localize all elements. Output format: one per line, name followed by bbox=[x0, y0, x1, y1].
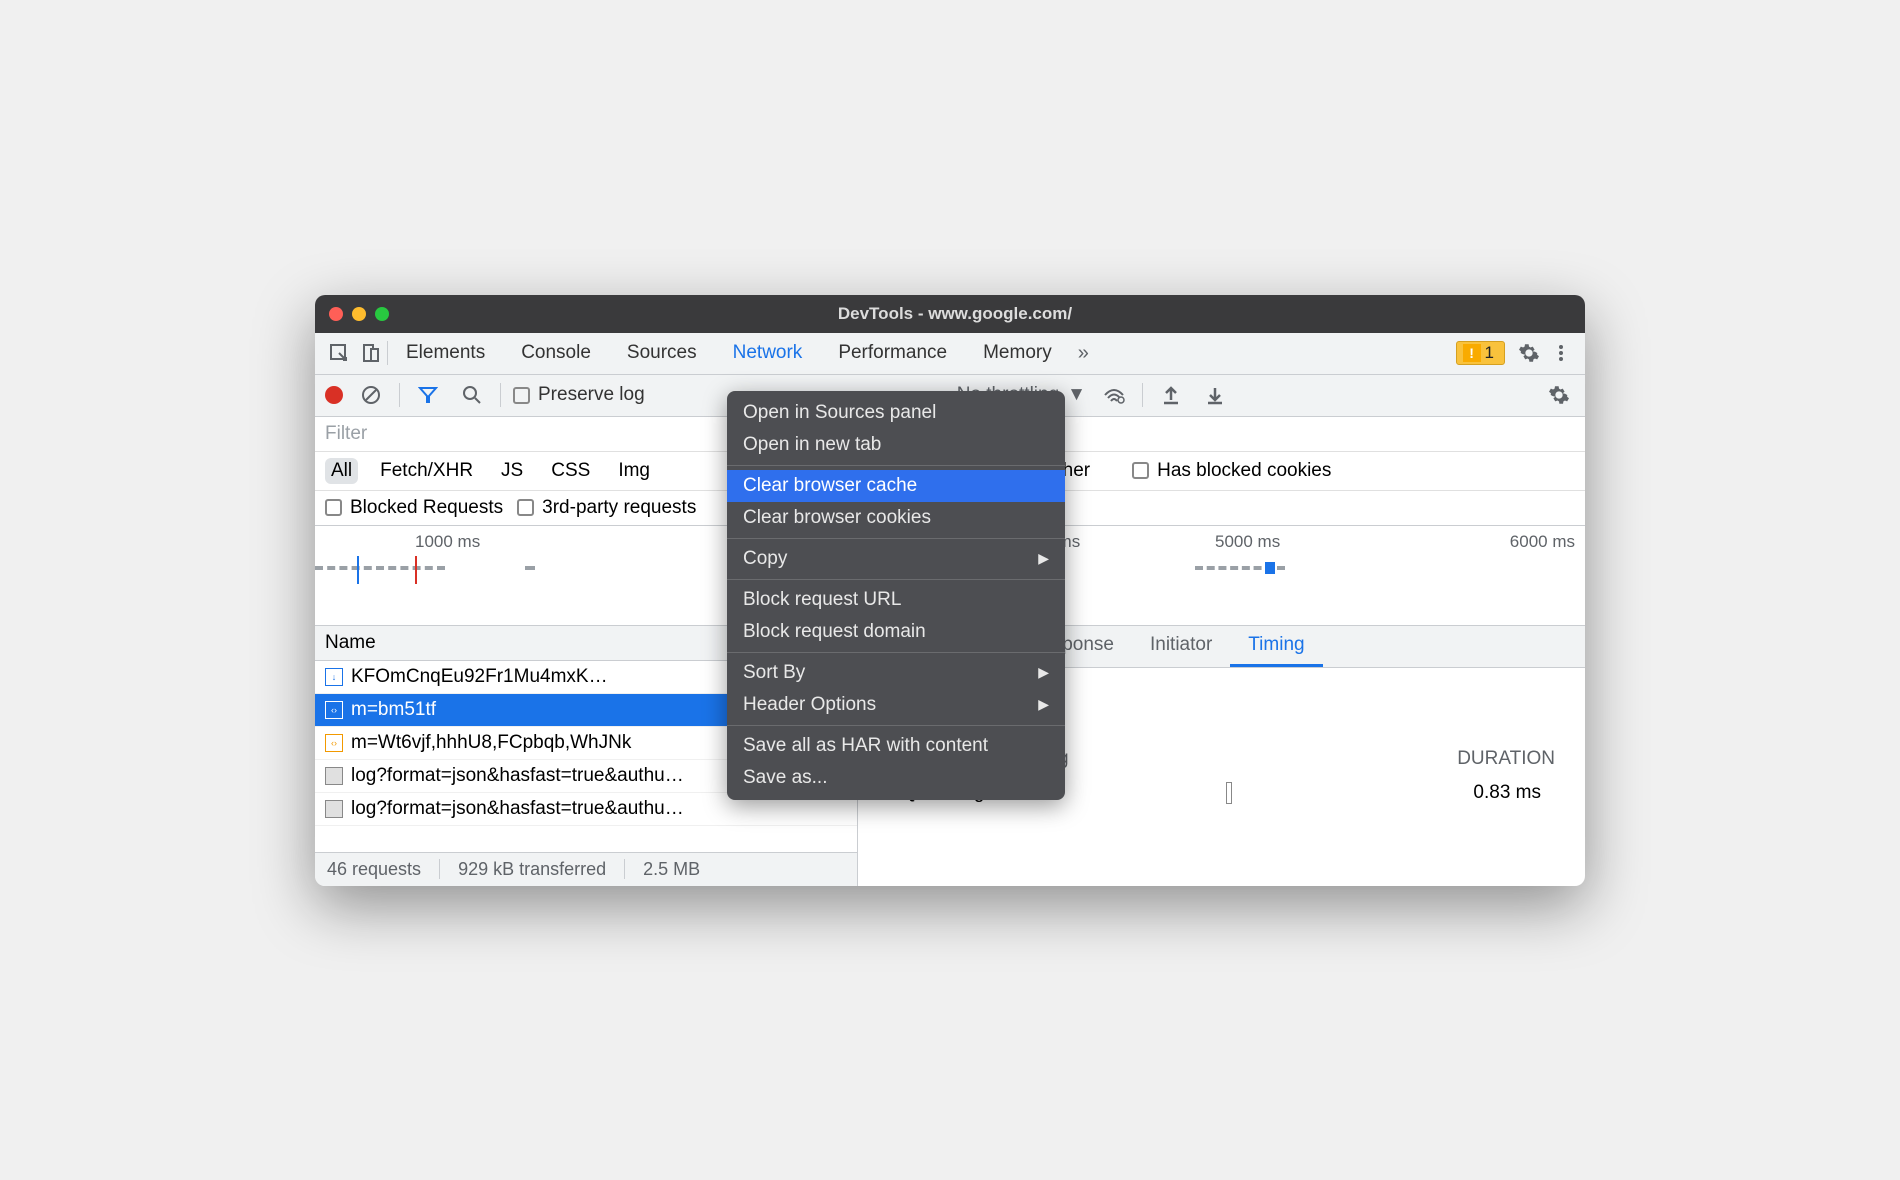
tab-sources[interactable]: Sources bbox=[609, 333, 715, 374]
ctx-block-url[interactable]: Block request URL bbox=[727, 584, 1065, 616]
device-toolbar-icon[interactable] bbox=[355, 337, 387, 369]
xhr-file-icon bbox=[325, 800, 343, 818]
timing-queue-time: 0.83 ms bbox=[1473, 782, 1541, 804]
request-name: m=bm51tf bbox=[351, 699, 436, 721]
tab-console[interactable]: Console bbox=[503, 333, 609, 374]
timeline-mark-1: 1000 ms bbox=[415, 532, 480, 552]
record-button[interactable] bbox=[325, 386, 343, 404]
context-menu: Open in Sources panel Open in new tab Cl… bbox=[727, 391, 1065, 800]
inspect-icon[interactable] bbox=[323, 337, 355, 369]
ctx-save-as[interactable]: Save as... bbox=[727, 762, 1065, 794]
timing-duration-label: DURATION bbox=[1457, 748, 1555, 770]
status-requests: 46 requests bbox=[327, 859, 421, 880]
ctx-block-domain[interactable]: Block request domain bbox=[727, 616, 1065, 648]
upload-icon[interactable] bbox=[1155, 379, 1187, 411]
ctx-header-options[interactable]: Header Options▶ bbox=[727, 689, 1065, 721]
blocked-requests-option[interactable]: Blocked Requests bbox=[325, 497, 503, 519]
preserve-log-checkbox[interactable] bbox=[513, 387, 530, 404]
network-settings-icon[interactable] bbox=[1543, 379, 1575, 411]
blocked-requests-label: Blocked Requests bbox=[350, 497, 503, 519]
ctx-open-sources[interactable]: Open in Sources panel bbox=[727, 397, 1065, 429]
status-bar: 46 requests 929 kB transferred 2.5 MB bbox=[315, 852, 857, 886]
script-file-icon: ‹› bbox=[325, 701, 343, 719]
window-title: DevTools - www.google.com/ bbox=[389, 304, 1521, 324]
search-icon[interactable] bbox=[456, 379, 488, 411]
ctx-copy[interactable]: Copy▶ bbox=[727, 543, 1065, 575]
warning-count: 1 bbox=[1485, 343, 1494, 363]
filter-fetch-xhr[interactable]: Fetch/XHR bbox=[374, 458, 479, 484]
ctx-open-new-tab[interactable]: Open in new tab bbox=[727, 429, 1065, 461]
chevron-right-icon: ▶ bbox=[1038, 696, 1049, 713]
network-conditions-icon[interactable] bbox=[1098, 379, 1130, 411]
timeline-mark-6: 6000 ms bbox=[1510, 532, 1575, 552]
request-name: KFOmCnqEu92Fr1Mu4mxK… bbox=[351, 666, 608, 688]
preserve-log-label: Preserve log bbox=[538, 384, 645, 406]
ctx-sort-by[interactable]: Sort By▶ bbox=[727, 657, 1065, 689]
filter-css[interactable]: CSS bbox=[545, 458, 596, 484]
close-window-button[interactable] bbox=[329, 307, 343, 321]
blocked-requests-checkbox[interactable] bbox=[325, 499, 342, 516]
subtab-timing[interactable]: Timing bbox=[1230, 626, 1322, 667]
warnings-badge[interactable]: ! 1 bbox=[1456, 341, 1505, 365]
kebab-menu-icon[interactable] bbox=[1545, 337, 1577, 369]
maximize-window-button[interactable] bbox=[375, 307, 389, 321]
main-tabs: Elements Console Sources Network Perform… bbox=[315, 333, 1585, 375]
tab-elements[interactable]: Elements bbox=[388, 333, 503, 374]
warning-icon: ! bbox=[1463, 344, 1481, 362]
download-icon[interactable] bbox=[1199, 379, 1231, 411]
queueing-bar bbox=[1226, 782, 1232, 804]
tab-performance[interactable]: Performance bbox=[820, 333, 965, 374]
thirdparty-label: 3rd-party requests bbox=[542, 497, 696, 519]
blocked-cookies-label: Has blocked cookies bbox=[1157, 460, 1331, 482]
tab-network[interactable]: Network bbox=[715, 333, 821, 374]
ctx-clear-cookies[interactable]: Clear browser cookies bbox=[727, 502, 1065, 534]
script-file-icon: ‹› bbox=[325, 734, 343, 752]
thirdparty-option[interactable]: 3rd-party requests bbox=[517, 497, 696, 519]
xhr-file-icon bbox=[325, 767, 343, 785]
chevron-right-icon: ▶ bbox=[1038, 550, 1049, 567]
thirdparty-checkbox[interactable] bbox=[517, 499, 534, 516]
has-blocked-cookies-option[interactable]: Has blocked cookies bbox=[1132, 460, 1331, 482]
subtab-initiator[interactable]: Initiator bbox=[1132, 626, 1230, 667]
clear-icon[interactable] bbox=[355, 379, 387, 411]
window-titlebar: DevTools - www.google.com/ bbox=[315, 295, 1585, 333]
status-transferred: 929 kB transferred bbox=[458, 859, 606, 880]
ctx-save-har[interactable]: Save all as HAR with content bbox=[727, 730, 1065, 762]
chevron-right-icon: ▶ bbox=[1038, 664, 1049, 681]
minimize-window-button[interactable] bbox=[352, 307, 366, 321]
chevron-down-icon: ▼ bbox=[1067, 384, 1086, 406]
filter-icon[interactable] bbox=[412, 379, 444, 411]
tab-memory[interactable]: Memory bbox=[965, 333, 1070, 374]
request-name: log?format=json&hasfast=true&authu… bbox=[351, 798, 684, 820]
ctx-clear-cache[interactable]: Clear browser cache bbox=[727, 470, 1065, 502]
request-name: log?format=json&hasfast=true&authu… bbox=[351, 765, 684, 787]
filter-img[interactable]: Img bbox=[612, 458, 656, 484]
traffic-lights bbox=[329, 307, 389, 321]
filter-js[interactable]: JS bbox=[495, 458, 529, 484]
filter-all[interactable]: All bbox=[325, 458, 358, 484]
preserve-log-option[interactable]: Preserve log bbox=[513, 384, 645, 406]
timeline-mark-5: 5000 ms bbox=[1215, 532, 1280, 552]
settings-icon[interactable] bbox=[1513, 337, 1545, 369]
more-tabs-button[interactable]: » bbox=[1070, 342, 1097, 365]
status-resources: 2.5 MB bbox=[643, 859, 700, 880]
devtools-window: DevTools - www.google.com/ Elements Cons… bbox=[315, 295, 1585, 886]
request-name: m=Wt6vjf,hhhU8,FCpbqb,WhJNk bbox=[351, 732, 631, 754]
font-file-icon: ↓ bbox=[325, 668, 343, 686]
blocked-cookies-checkbox[interactable] bbox=[1132, 462, 1149, 479]
